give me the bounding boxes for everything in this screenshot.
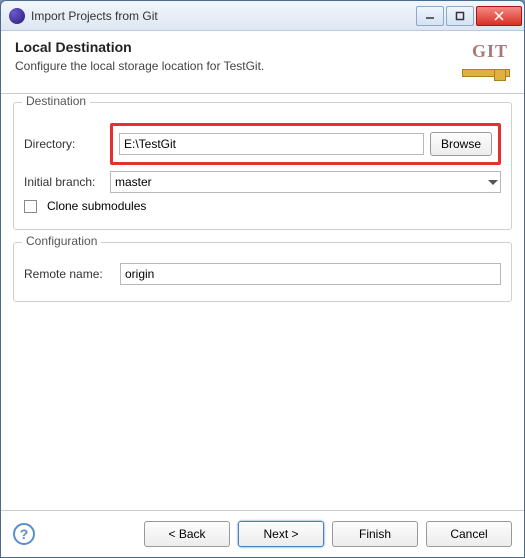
button-bar: ? < Back Next > Finish Cancel — [1, 510, 524, 557]
close-button[interactable] — [476, 6, 522, 26]
browse-button[interactable]: Browse — [430, 132, 492, 156]
eclipse-icon — [9, 8, 25, 24]
directory-input[interactable] — [119, 133, 424, 155]
destination-group: Destination Directory: Browse Initial br… — [13, 102, 512, 230]
initial-branch-value: master — [115, 175, 152, 189]
back-button[interactable]: < Back — [144, 521, 230, 547]
minimize-button[interactable] — [416, 6, 444, 26]
page-subtitle: Configure the local storage location for… — [15, 59, 454, 73]
initial-branch-label: Initial branch: — [24, 175, 104, 189]
clone-submodules-checkbox[interactable] — [24, 200, 37, 213]
destination-group-label: Destination — [22, 94, 90, 108]
maximize-button[interactable] — [446, 6, 474, 26]
configuration-group-label: Configuration — [22, 234, 101, 248]
window-title: Import Projects from Git — [31, 9, 414, 23]
window-controls — [414, 6, 522, 26]
titlebar[interactable]: Import Projects from Git — [1, 1, 524, 31]
directory-label: Directory: — [24, 137, 104, 151]
help-icon[interactable]: ? — [13, 523, 35, 545]
directory-highlight: Browse — [110, 123, 501, 165]
remote-name-label: Remote name: — [24, 267, 114, 281]
cancel-button[interactable]: Cancel — [426, 521, 512, 547]
next-button[interactable]: Next > — [238, 521, 324, 547]
remote-name-input[interactable] — [120, 263, 501, 285]
dialog-window: Import Projects from Git Local Destinati… — [0, 0, 525, 558]
content-area: Destination Directory: Browse Initial br… — [1, 94, 524, 510]
git-icon: GIT — [462, 39, 510, 83]
finish-button[interactable]: Finish — [332, 521, 418, 547]
wizard-header: Local Destination Configure the local st… — [1, 31, 524, 94]
chevron-down-icon — [488, 180, 498, 185]
page-title: Local Destination — [15, 39, 454, 55]
configuration-group: Configuration Remote name: — [13, 242, 512, 302]
clone-submodules-label: Clone submodules — [47, 199, 146, 213]
initial-branch-select[interactable]: master — [110, 171, 501, 193]
